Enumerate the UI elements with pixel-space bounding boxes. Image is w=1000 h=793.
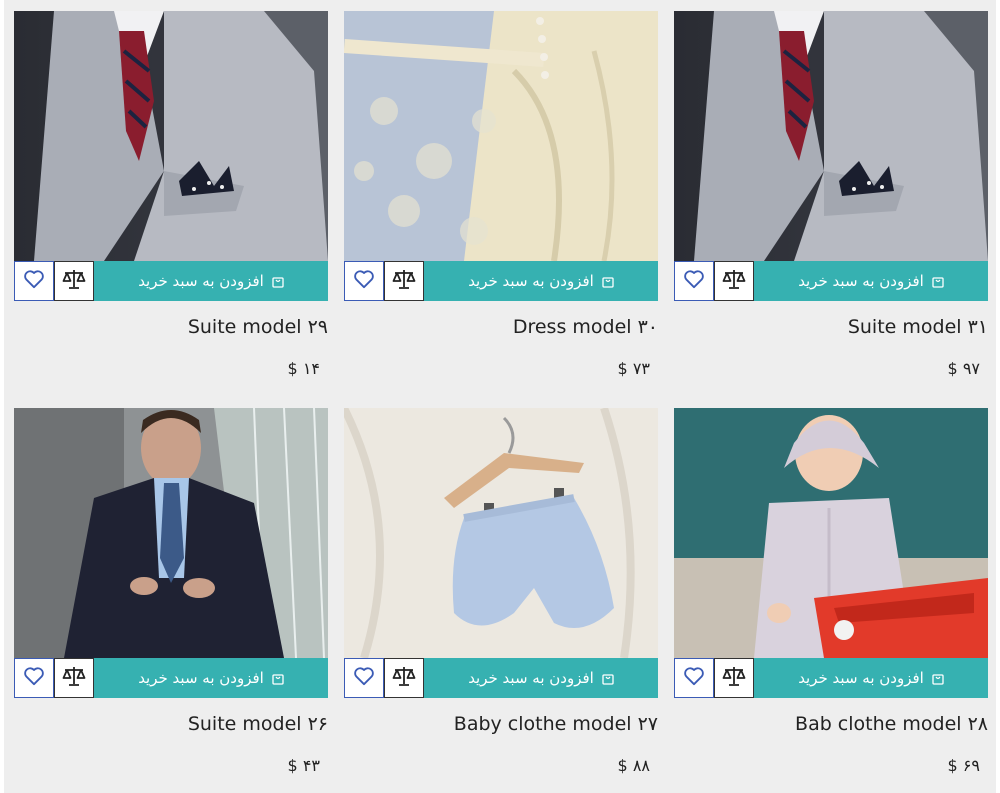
scale-icon — [722, 665, 746, 691]
wishlist-button[interactable] — [14, 658, 54, 698]
compare-button[interactable] — [54, 658, 94, 698]
add-to-cart-button[interactable]: افزودن به سبد خرید — [424, 261, 658, 301]
shopping-bag-icon — [602, 275, 614, 288]
product-price: $ ۱۴ — [287, 359, 320, 378]
product-image[interactable] — [14, 11, 328, 261]
add-to-cart-label: افزودن به سبد خرید — [138, 272, 264, 290]
add-to-cart-button[interactable]: افزودن به سبد خرید — [94, 261, 328, 301]
shopping-bag-icon — [602, 672, 614, 685]
product-name[interactable]: Baby clothe model ۲۷ — [454, 713, 658, 735]
wishlist-button[interactable] — [344, 261, 384, 301]
add-to-cart-button[interactable]: افزودن به سبد خرید — [424, 658, 658, 698]
shopping-bag-icon — [932, 275, 944, 288]
scale-icon — [722, 268, 746, 294]
add-to-cart-label: افزودن به سبد خرید — [468, 272, 594, 290]
product-name[interactable]: Suite model ۲۹ — [188, 316, 328, 338]
scale-icon — [62, 665, 86, 691]
product-price: $ ۸۸ — [617, 756, 650, 775]
product-image[interactable] — [14, 408, 328, 658]
heart-icon — [353, 269, 375, 293]
product-price: $ ۴۳ — [287, 756, 320, 775]
compare-button[interactable] — [714, 261, 754, 301]
scale-icon — [392, 665, 416, 691]
product-name[interactable]: Dress model ۳۰ — [513, 316, 658, 338]
add-to-cart-label: افزودن به سبد خرید — [138, 669, 264, 687]
heart-icon — [683, 269, 705, 293]
add-to-cart-label: افزودن به سبد خرید — [798, 669, 924, 687]
add-to-cart-label: افزودن به سبد خرید — [468, 669, 594, 687]
heart-icon — [683, 666, 705, 690]
scale-icon — [392, 268, 416, 294]
shopping-bag-icon — [932, 672, 944, 685]
wishlist-button[interactable] — [14, 261, 54, 301]
heart-icon — [23, 666, 45, 690]
product-image[interactable] — [344, 408, 658, 658]
product-price: $ ۹۷ — [947, 359, 980, 378]
product-name[interactable]: Suite model ۲۶ — [188, 713, 328, 735]
compare-button[interactable] — [384, 261, 424, 301]
product-image[interactable] — [344, 11, 658, 261]
wishlist-button[interactable] — [674, 658, 714, 698]
compare-button[interactable] — [384, 658, 424, 698]
product-name[interactable]: Suite model ۳۱ — [848, 316, 988, 338]
compare-button[interactable] — [714, 658, 754, 698]
wishlist-button[interactable] — [344, 658, 384, 698]
scale-icon — [62, 268, 86, 294]
shopping-bag-icon — [272, 275, 284, 288]
wishlist-button[interactable] — [674, 261, 714, 301]
product-image[interactable] — [674, 11, 988, 261]
product-image[interactable] — [674, 408, 988, 658]
product-name[interactable]: Bab clothe model ۲۸ — [795, 713, 988, 735]
heart-icon — [353, 666, 375, 690]
product-price: $ ۶۹ — [947, 756, 980, 775]
add-to-cart-button[interactable]: افزودن به سبد خرید — [754, 261, 988, 301]
add-to-cart-button[interactable]: افزودن به سبد خرید — [754, 658, 988, 698]
add-to-cart-label: افزودن به سبد خرید — [798, 272, 924, 290]
add-to-cart-button[interactable]: افزودن به سبد خرید — [94, 658, 328, 698]
heart-icon — [23, 269, 45, 293]
product-grid: افزودن به سبد خرید Suite model ۲۹ $ ۱۴ ا… — [4, 0, 996, 793]
compare-button[interactable] — [54, 261, 94, 301]
product-price: $ ۷۳ — [617, 359, 650, 378]
shopping-bag-icon — [272, 672, 284, 685]
